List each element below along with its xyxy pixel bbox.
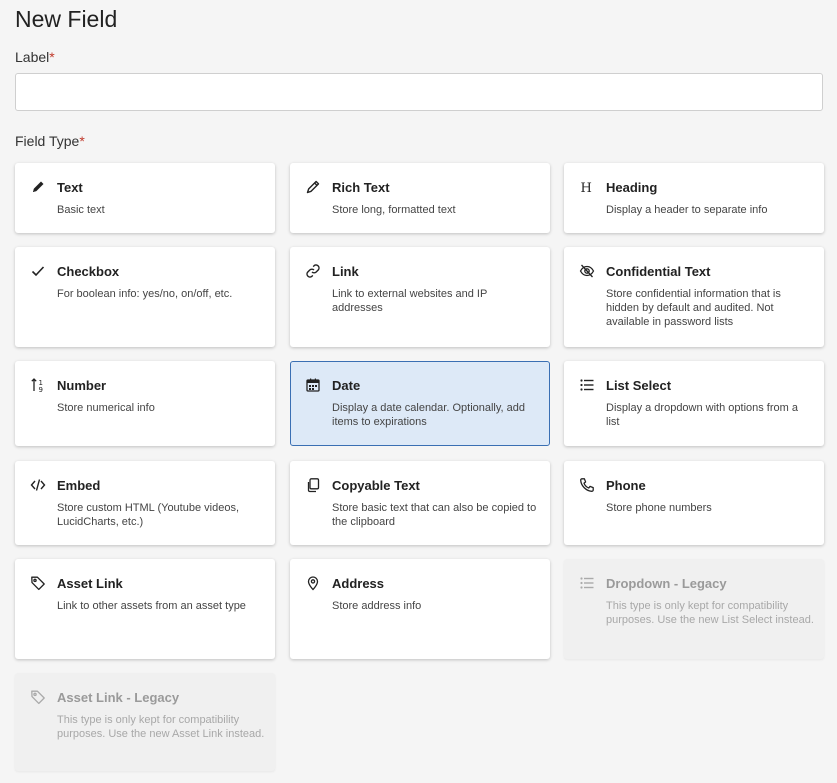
field-type-card-text[interactable]: Text Basic text (15, 163, 275, 233)
field-type-card-heading[interactable]: H Heading Display a header to separate inf… (564, 163, 824, 233)
list-icon (579, 575, 595, 591)
field-type-card-embed[interactable]: Embed Store custom HTML (Youtube videos, … (15, 461, 275, 545)
field-type-name: Asset Link (57, 576, 123, 591)
pen-icon (305, 179, 321, 195)
field-type-card-rich-text[interactable]: Rich Text Store long, formatted text (290, 163, 550, 233)
svg-text:9: 9 (39, 386, 43, 393)
field-type-description: This type is only kept for compatibility… (606, 600, 814, 626)
field-type-description: Store numerical info (57, 402, 155, 414)
tag-icon (30, 575, 46, 591)
field-type-description: Display a header to separate info (606, 204, 768, 216)
field-type-card-phone[interactable]: Phone Store phone numbers (564, 461, 824, 545)
tag-icon (30, 689, 46, 705)
field-type-label-text: Field Type (15, 133, 80, 149)
field-type-description: Store long, formatted text (332, 204, 456, 216)
eye-slash-icon (579, 263, 595, 279)
map-pin-icon (305, 575, 321, 591)
label-field-text: Label (15, 49, 50, 65)
field-type-description: For boolean info: yes/no, on/off, etc. (57, 288, 233, 300)
heading-icon: H (579, 179, 595, 195)
calendar-icon (305, 377, 321, 393)
page-title: New Field (15, 6, 118, 32)
field-type-description: Store basic text that can also be copied… (332, 502, 537, 528)
field-type-card-list-select[interactable]: List Select Display a dropdown with optio… (564, 361, 824, 446)
field-type-name: Confidential Text (606, 264, 711, 279)
field-type-name: Text (57, 180, 83, 195)
field-type-card-address[interactable]: Address Store address info (290, 559, 550, 659)
field-type-card-dropdown-legacy: Dropdown - Legacy This type is only kept … (564, 559, 824, 659)
field-type-description: Basic text (57, 204, 105, 216)
list-icon (579, 377, 595, 393)
field-type-label: Field Type* (15, 133, 85, 149)
field-type-description: Link to other assets from an asset type (57, 600, 246, 612)
field-type-card-asset-link-legacy: Asset Link - Legacy This type is only kep… (15, 673, 275, 771)
link-icon (305, 263, 321, 279)
field-type-name: Address (332, 576, 385, 591)
field-type-card-confidential-text[interactable]: Confidential Text Store confidential info… (564, 247, 824, 347)
field-type-name: Date (332, 378, 361, 393)
svg-text:H: H (581, 181, 592, 195)
label-field-label: Label* (15, 49, 55, 65)
field-type-card-date[interactable]: Date Display a date calendar. Optionally,… (290, 361, 550, 446)
label-input[interactable] (15, 73, 823, 111)
field-type-card-copyable-text[interactable]: Copyable Text Store basic text that can a… (290, 461, 550, 545)
field-type-description: Link to external websites and IP address… (332, 288, 488, 314)
field-type-description: Display a date calendar. Optionally, add… (332, 402, 526, 428)
field-type-description: Store custom HTML (Youtube videos, Lucid… (57, 502, 239, 528)
code-icon (30, 477, 46, 493)
field-type-description: This type is only kept for compatibility… (57, 714, 265, 740)
field-type-description: Display a dropdown with options from a l… (606, 402, 798, 428)
field-type-name: List Select (606, 378, 672, 393)
required-mark: * (79, 133, 85, 149)
phone-icon (579, 477, 595, 493)
checkmark-icon (30, 263, 46, 279)
field-type-name: Number (57, 378, 107, 393)
field-type-card-asset-link[interactable]: Asset Link Link to other assets from an a… (15, 559, 275, 659)
field-type-description: Store confidential information that is h… (606, 288, 781, 328)
copy-icon (305, 477, 321, 493)
field-type-description: Store address info (332, 600, 422, 612)
field-type-name: Checkbox (57, 264, 120, 279)
pencil-icon (30, 179, 46, 195)
field-type-card-number[interactable]: 1 9 Number Store numerical info (15, 361, 275, 446)
field-type-description: Store phone numbers (606, 502, 712, 514)
number-sort-icon: 19 (30, 377, 46, 393)
field-type-name: Dropdown - Legacy (606, 576, 727, 591)
field-type-name: Asset Link - Legacy (57, 690, 180, 705)
field-type-name: Embed (57, 478, 101, 493)
field-type-name: Heading (606, 180, 658, 195)
field-type-name: Rich Text (332, 180, 390, 195)
required-mark: * (49, 49, 55, 65)
field-type-name: Copyable Text (332, 478, 420, 493)
field-type-name: Phone (606, 478, 646, 493)
field-type-name: Link (332, 264, 359, 279)
field-type-card-link[interactable]: Link Link to external websites and IP add… (290, 247, 550, 347)
field-type-card-checkbox[interactable]: Checkbox For boolean info: yes/no, on/off… (15, 247, 275, 347)
